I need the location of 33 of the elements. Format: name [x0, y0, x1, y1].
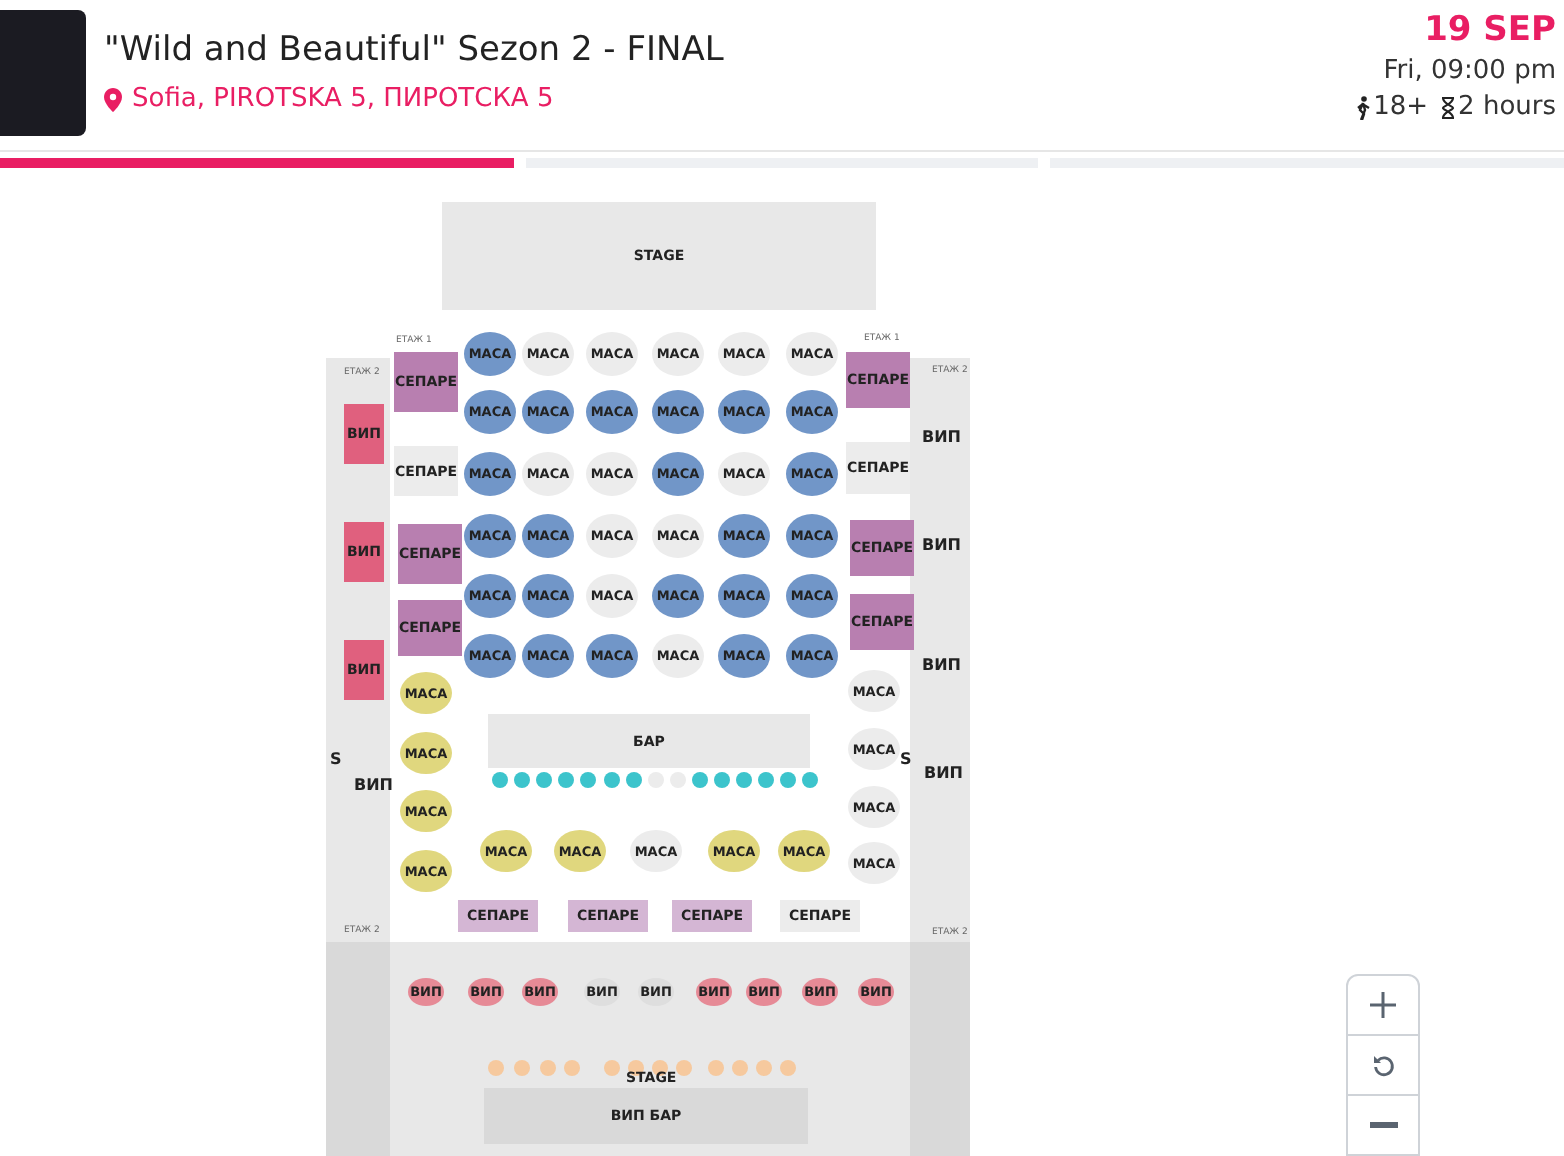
plus-icon [1370, 992, 1396, 1018]
seat-dot[interactable] [714, 772, 730, 788]
age-limit: 18+ [1373, 92, 1429, 122]
seat-dot[interactable] [802, 772, 819, 788]
minus-icon [1369, 1122, 1397, 1128]
event-duration: 2 hours [1458, 92, 1556, 122]
reset-icon [1371, 1053, 1395, 1077]
seat-dot[interactable] [492, 772, 508, 788]
event-date: 19 SEP [1424, 10, 1556, 50]
section-label: ВИП [922, 656, 961, 674]
person-walking-icon [1353, 95, 1372, 119]
hourglass-icon [1440, 95, 1457, 119]
section-label: S [900, 750, 912, 768]
seat-dot[interactable] [580, 772, 597, 788]
section-label: ВИП [924, 764, 963, 782]
seat-dot[interactable] [514, 772, 531, 788]
event-title: "Wild and Beautiful" Sezon 2 - FINAL [104, 30, 726, 70]
event-poster-placeholder [0, 10, 86, 136]
seat-dot[interactable] [603, 772, 619, 788]
event-time: Fri, 09:00 pm [1383, 56, 1556, 86]
seat-dot[interactable] [558, 772, 575, 788]
seat-dot[interactable] [736, 772, 753, 788]
section-label: ВИП [354, 776, 393, 794]
seat-dot[interactable] [780, 772, 797, 788]
seat-dot[interactable] [625, 772, 642, 788]
seat-dot[interactable] [691, 772, 708, 788]
section-label: ВИП [922, 428, 961, 446]
seat-dot[interactable] [758, 772, 775, 788]
event-location: Sofia, PIROTSKA 5, ПИРОТСКА 5 [132, 84, 554, 114]
location-pin-icon [104, 87, 122, 111]
seat-dot[interactable] [536, 772, 553, 788]
section-label: ВИП [922, 536, 961, 554]
section-label: S [330, 750, 342, 768]
